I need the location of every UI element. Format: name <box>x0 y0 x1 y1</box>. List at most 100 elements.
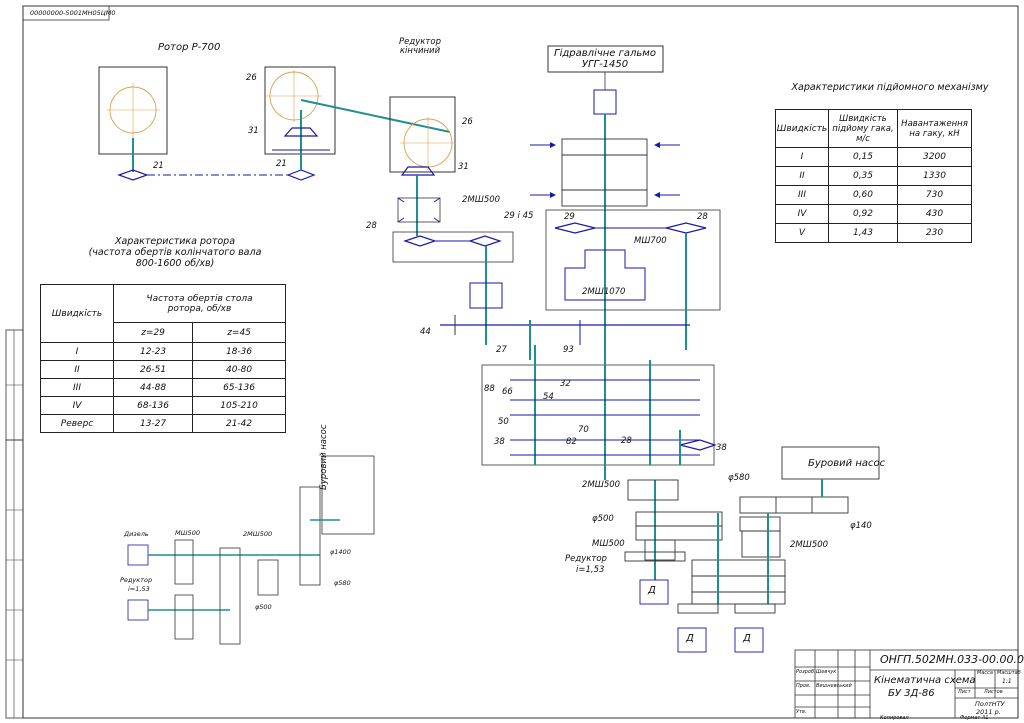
rotor-row-z45: 105-210 <box>192 396 286 415</box>
lift-col-load: Навантаження на гаку, кН <box>897 109 972 148</box>
lift-row-v: 1,43 <box>828 223 898 243</box>
stamp-scale-label: Масштаб <box>997 670 1021 676</box>
lift-row-load: 230 <box>897 223 972 243</box>
part-number: 54 <box>543 392 554 402</box>
corner-code: 00000000-5001МН05ЦМ0 <box>30 9 116 17</box>
mini-pump-label: Буровий насос <box>319 424 329 490</box>
lift-col-speed: Швидкість <box>775 109 829 148</box>
mini-d500-label: φ500 <box>255 603 272 611</box>
part-number: 44 <box>420 327 431 337</box>
part-number: 70 <box>578 425 589 435</box>
reducer-block-1 <box>264 66 451 181</box>
reducer-i-label-2: i=1,53 <box>576 565 605 575</box>
part-number: 29 і 45 <box>504 211 534 221</box>
lift-row-load: 3200 <box>897 147 972 167</box>
part-number: 31 <box>248 126 259 136</box>
part-number: 27 <box>496 345 507 355</box>
lift-table-caption: Характеристики підйомного механізму <box>791 82 989 93</box>
rotor-row-z29: 68-136 <box>112 396 194 415</box>
lift-row-load: 430 <box>897 204 972 224</box>
transmission-box <box>440 315 717 480</box>
rotor-row-speed: I <box>40 342 114 361</box>
part-number: 93 <box>563 345 574 355</box>
lift-col-lift-speed: Швидкість підйому гака, м/с <box>828 109 898 148</box>
lift-row-v: 0,60 <box>828 185 898 205</box>
rotor-col-z29: z=29 <box>112 322 194 343</box>
diam-500-label: φ500 <box>592 514 614 524</box>
msh500-label: МШ500 <box>592 539 625 549</box>
clutch-2msh500-a-label: 2МШ500 <box>462 195 501 205</box>
mini-d140-label: φ1400 <box>330 548 351 556</box>
diam-580-label: φ580 <box>728 473 750 483</box>
clutch-2msh500-b-label: 2МШ500 <box>582 480 621 490</box>
stamp-mass-label: Масса <box>977 670 993 676</box>
part-number: 32 <box>560 379 571 389</box>
part-number: 50 <box>498 417 509 427</box>
reducer-i-label-1: Редуктор <box>565 554 607 564</box>
rotor-col-freq: Частота обертів стола ротора, об/хв <box>113 284 286 323</box>
motor-label-1: Д <box>648 585 656 596</box>
rotor-row-speed: II <box>40 360 114 379</box>
reducer-block-2 <box>389 96 514 345</box>
rotor-col-z45: z=45 <box>192 322 286 343</box>
stamp-role: Утв. <box>796 709 807 715</box>
rotor-col-speed: Швидкість <box>40 284 114 343</box>
part-number: 21 <box>276 159 287 169</box>
lift-row-speed: IV <box>775 204 829 224</box>
lift-row-v: 0,35 <box>828 166 898 186</box>
mini-msh500-label: МШ500 <box>175 529 200 537</box>
motor-label-2: Д <box>686 633 694 644</box>
rotor-row-speed: III <box>40 378 114 397</box>
rotor-row-z45: 40-80 <box>192 360 286 379</box>
mini-reducer-label-2: i=1,53 <box>128 585 150 593</box>
rotor-label: Ротор Р-700 <box>158 42 221 53</box>
part-number: 28 <box>366 221 377 231</box>
rotor-row-z45: 65-136 <box>192 378 286 397</box>
stamp-name: Шевчук <box>816 669 837 675</box>
stamp-sheet-label: Лист <box>958 689 971 695</box>
rotor-row-z29: 44-88 <box>112 378 194 397</box>
clutch-2msh500-c-label: 2МШ500 <box>790 540 829 550</box>
drilling-pump-label: Буровий насос <box>808 458 886 469</box>
lift-row-load: 1330 <box>897 166 972 186</box>
part-number: 38 <box>716 443 727 453</box>
lift-row-speed: V <box>775 223 829 243</box>
hydraulic-brake <box>530 45 721 370</box>
lift-row-load: 730 <box>897 185 972 205</box>
part-number: 29 <box>564 212 575 222</box>
stamp-org-1: ПолтНТУ <box>975 700 1005 708</box>
mini-reducer-label-1: Редуктор <box>120 576 153 584</box>
part-number: 38 <box>494 437 505 447</box>
msh700-label: МШ700 <box>634 236 667 246</box>
lower-drive <box>624 446 880 653</box>
part-number: 28 <box>621 436 632 446</box>
stamp-title-2: БУ 3Д-86 <box>888 688 935 699</box>
mini-diesel-label: Дизель <box>124 530 149 538</box>
rotor-row-speed: Реверс <box>40 414 114 433</box>
stamp-name: Вишневський <box>816 683 852 689</box>
diam-140-label: φ140 <box>850 521 872 531</box>
rotor-assembly <box>98 66 288 181</box>
rotor-row-speed: IV <box>40 396 114 415</box>
lift-row-v: 0,92 <box>828 204 898 224</box>
motor-label-3: Д <box>743 633 751 644</box>
lift-row-speed: III <box>775 185 829 205</box>
rotor-row-z29: 26-51 <box>112 360 194 379</box>
rotor-characteristics-table: Швидкість Частота обертів стола ротора, … <box>40 284 286 433</box>
stamp-title-1: Кінематична схема <box>874 675 976 686</box>
lift-row-speed: I <box>775 147 829 167</box>
rotor-row-z29: 12-23 <box>112 342 194 361</box>
stamp-format: Формат А1 <box>960 715 989 721</box>
lift-row-speed: II <box>775 166 829 186</box>
lift-mechanism-table: Швидкість Швидкість підйому гака, м/с На… <box>775 109 972 243</box>
part-number: 82 <box>566 437 577 447</box>
stamp-doc-code: ОНГП.502МН.033-00.00.000 <box>880 653 1024 666</box>
part-number: 26 <box>462 117 473 127</box>
stamp-role: Пров. <box>796 683 811 689</box>
stamp-role: Розроб. <box>796 669 816 675</box>
part-number: 28 <box>697 212 708 222</box>
mini-2msh500-label: 2МШ500 <box>243 530 273 538</box>
part-number: 66 <box>502 387 513 397</box>
rotor-row-z29: 13-27 <box>112 414 194 433</box>
rotor-caption-line3: 800-1600 об/хв) <box>135 258 215 269</box>
